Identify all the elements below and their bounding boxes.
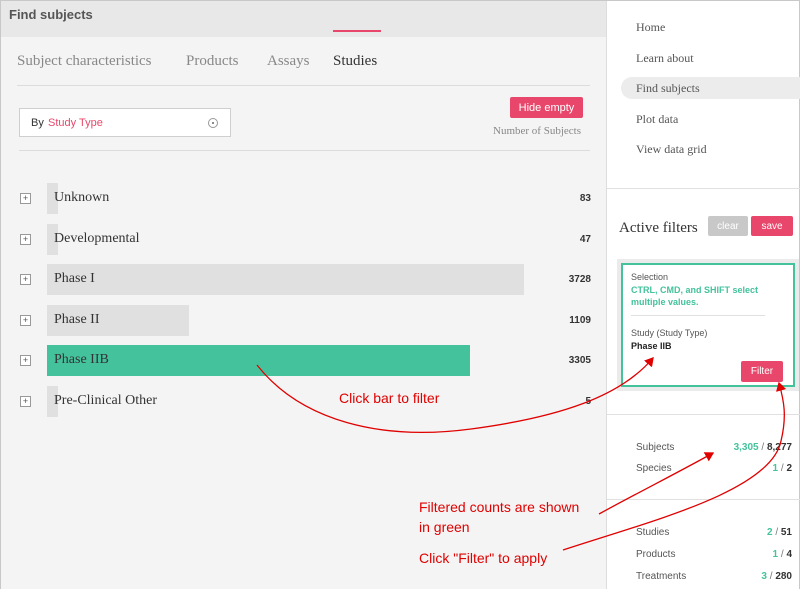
bar-label: Phase I: [54, 271, 95, 286]
count-separator: /: [761, 442, 765, 453]
page-header: Find subjects: [1, 1, 606, 37]
annotation-filtered-counts-line2: in green: [419, 519, 470, 535]
count-separator: /: [775, 527, 779, 538]
bar-row[interactable]: + Phase II 1109: [1, 304, 606, 337]
dropdown-indicator-icon: [208, 118, 218, 128]
bar-label: Phase IIB: [54, 352, 109, 367]
sidebar: Home Learn about Find subjects Plot data…: [606, 1, 800, 589]
stat-label: Species: [636, 463, 672, 474]
annotation-click-filter: Click "Filter" to apply: [419, 550, 548, 566]
bar-count: 5: [585, 395, 591, 407]
expand-icon[interactable]: +: [20, 193, 31, 204]
sidebar-divider: [607, 414, 800, 415]
filtered-count: 1: [772, 549, 779, 560]
tab-divider: [17, 85, 590, 86]
count-separator: /: [780, 549, 784, 560]
bar[interactable]: [47, 264, 524, 295]
bar-label: Phase II: [54, 311, 100, 327]
selection-filter-inner: Selection CTRL, CMD, and SHIFT select mu…: [621, 263, 795, 387]
expand-icon[interactable]: +: [20, 233, 31, 245]
total-count: 280: [775, 571, 792, 582]
stat-label: Subjects: [636, 442, 675, 453]
stat-species: Species 1 / 2: [636, 463, 796, 479]
nav-view-data-grid[interactable]: View data grid: [607, 138, 800, 160]
bar-count: 3305: [568, 355, 591, 366]
stat-label: Studies: [636, 527, 670, 538]
total-count: 51: [780, 527, 792, 538]
stat-label: Products: [636, 549, 676, 560]
bar-selected[interactable]: [47, 345, 470, 376]
tab-studies[interactable]: Studies: [333, 53, 377, 70]
tab-assays[interactable]: Assays: [267, 53, 310, 70]
total-count: 8,277: [766, 442, 792, 453]
filtered-count: 2: [766, 527, 773, 538]
expand-icon[interactable]: +: [20, 274, 31, 285]
bar-count: 83: [579, 193, 591, 204]
annotation-click-bar: Click bar to filter: [339, 390, 440, 406]
bar-count: 1109: [569, 314, 591, 326]
filtered-count: 3,305: [733, 442, 759, 453]
bar-label: Developmental: [54, 230, 140, 246]
count-separator: /: [780, 463, 784, 474]
count-separator: /: [769, 571, 773, 582]
group-by-prefix: By: [31, 117, 44, 129]
expand-icon[interactable]: +: [20, 314, 31, 326]
hide-empty-button[interactable]: Hide empty: [510, 97, 583, 118]
clear-filters-button[interactable]: clear: [708, 216, 748, 236]
filtered-count: 3: [761, 571, 767, 582]
filter-value: Phase IIB: [631, 341, 672, 351]
chart-divider: [19, 150, 590, 151]
nav-find-subjects[interactable]: Find subjects: [621, 77, 800, 99]
nav-home[interactable]: Home: [607, 16, 800, 38]
bar-row[interactable]: + Developmental 47: [1, 223, 606, 256]
page-title: Find subjects: [9, 7, 93, 22]
filter-type-label: Study (Study Type): [631, 328, 708, 338]
bar-count: 3728: [568, 274, 591, 285]
expand-icon[interactable]: +: [20, 395, 31, 407]
stat-label: Treatments: [636, 571, 687, 582]
apply-filter-button[interactable]: Filter: [741, 361, 783, 382]
stat-treatments: Treatments 3 / 280: [636, 571, 796, 587]
stat-studies: Studies 2 / 51: [636, 527, 796, 543]
tab-subject-characteristics[interactable]: Subject characteristics: [17, 53, 152, 70]
nav-learn-about[interactable]: Learn about: [607, 47, 800, 69]
bar-label: Pre-Clinical Other: [54, 392, 158, 408]
stat-subjects: Subjects 3,305 / 8,277: [636, 442, 796, 458]
total-count: 4: [786, 549, 792, 560]
stat-products: Products 1 / 4: [636, 549, 796, 565]
multi-select-help-text: CTRL, CMD, and SHIFT select multiple val…: [631, 285, 759, 307]
bar-row[interactable]: + Phase I 3728: [1, 264, 606, 296]
active-filters-title: Active filters: [619, 220, 698, 236]
count-column-header: Number of Subjects: [493, 125, 581, 137]
active-tab-indicator: [333, 30, 381, 32]
filter-card-divider: [631, 315, 765, 316]
total-count: 2: [786, 463, 792, 474]
filtered-count: 1: [772, 463, 779, 474]
bar-row[interactable]: + Phase IIB 3305: [1, 345, 606, 377]
sidebar-divider: [607, 188, 800, 189]
nav-plot-data[interactable]: Plot data: [607, 108, 800, 130]
sidebar-divider: [607, 499, 800, 500]
selection-label: Selection: [631, 272, 669, 282]
group-by-value: Study Type: [48, 117, 103, 129]
selection-filter-card: Selection CTRL, CMD, and SHIFT select mu…: [617, 259, 799, 391]
tab-products[interactable]: Products: [186, 53, 239, 70]
bar-count: 47: [579, 233, 591, 245]
bar-label: Unknown: [54, 190, 110, 205]
bar-row[interactable]: + Pre-Clinical Other 5: [1, 385, 606, 418]
save-filters-button[interactable]: save: [751, 216, 793, 236]
annotation-filtered-counts-line1: Filtered counts are shown: [419, 499, 580, 515]
expand-icon[interactable]: +: [20, 355, 31, 366]
bar-row[interactable]: + Unknown 83: [1, 183, 606, 215]
group-by-dropdown[interactable]: By Study Type: [19, 108, 231, 137]
